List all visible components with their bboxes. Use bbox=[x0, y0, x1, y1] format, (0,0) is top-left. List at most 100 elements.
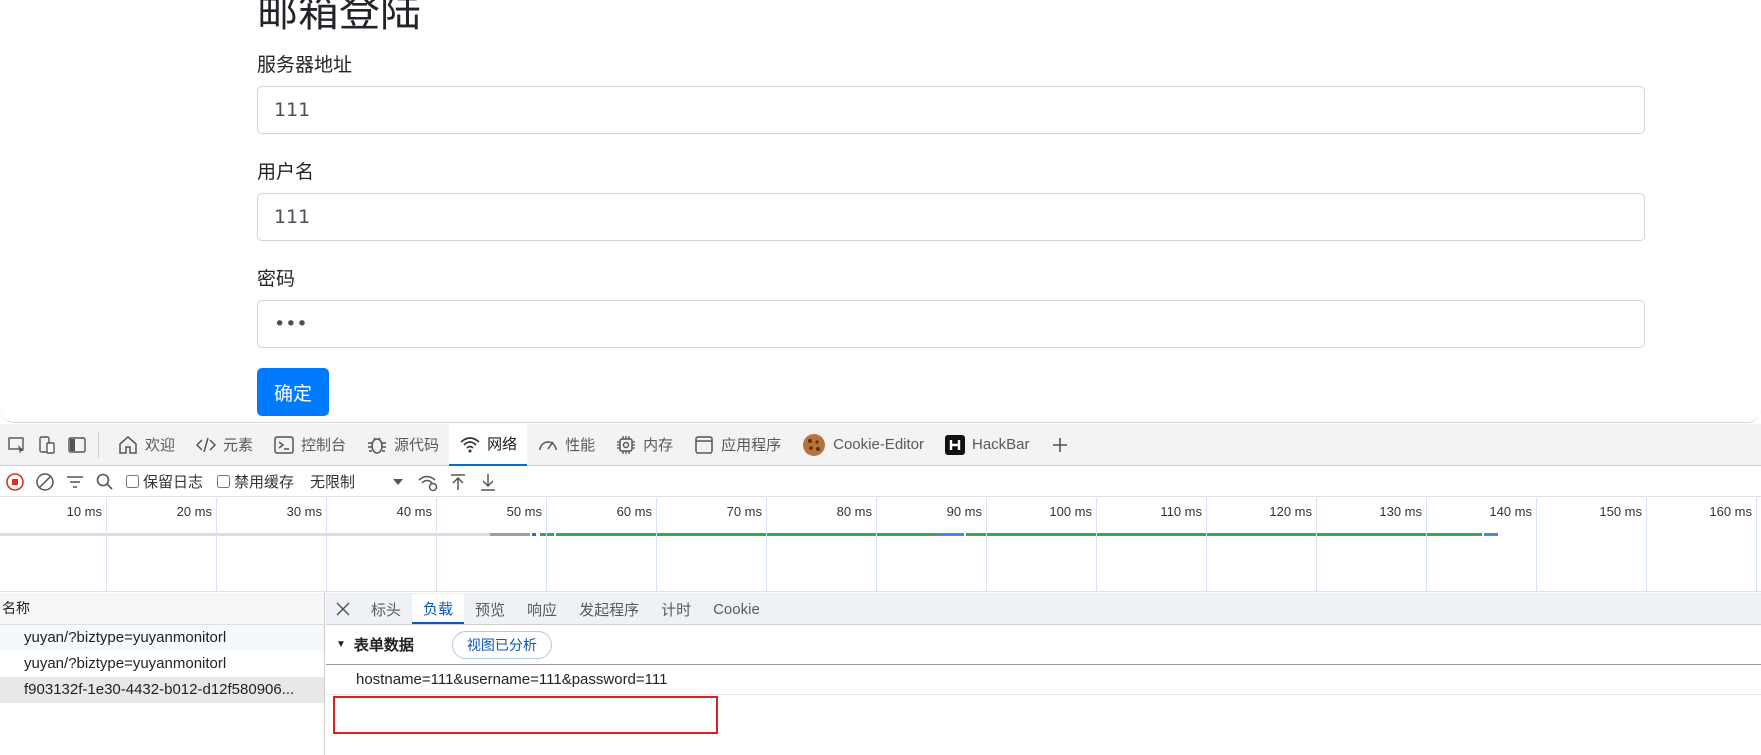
tab-timing[interactable]: 计时 bbox=[650, 594, 702, 624]
request-detail: 标头 负载 预览 响应 发起程序 计时 Cookie ▼ 表单数据 视图已分析 … bbox=[326, 593, 1761, 755]
section-title: 表单数据 bbox=[353, 637, 414, 654]
timeline-gridline bbox=[1756, 498, 1757, 592]
timeline-gridline bbox=[1646, 498, 1647, 592]
inspect-icon[interactable] bbox=[4, 432, 30, 458]
timeline-bar bbox=[966, 533, 1482, 536]
timeline-gridline bbox=[986, 498, 987, 592]
console-icon bbox=[274, 435, 294, 454]
request-row[interactable]: yuyan/?biztype=yuyanmonitorl bbox=[0, 625, 324, 651]
tab-initiator[interactable]: 发起程序 bbox=[568, 594, 650, 624]
timeline-bar bbox=[1484, 533, 1498, 536]
tab-label: 控制台 bbox=[301, 437, 347, 454]
close-icon[interactable] bbox=[326, 594, 360, 624]
timeline-tick-label: 150 ms bbox=[1599, 504, 1642, 519]
chip-icon bbox=[617, 435, 636, 454]
throttling-select[interactable]: 无限制 bbox=[310, 471, 355, 492]
record-stop-icon[interactable] bbox=[0, 468, 30, 496]
hostname-input[interactable] bbox=[257, 86, 1645, 134]
request-row-selected[interactable]: f903132f-1e30-4432-b012-d12f580906... bbox=[0, 677, 324, 703]
page-title: 邮箱登陆 bbox=[257, 0, 421, 36]
clear-icon[interactable] bbox=[30, 468, 60, 496]
tab-payload[interactable]: 负载 bbox=[412, 594, 465, 624]
tab-label: 源代码 bbox=[394, 437, 440, 454]
timeline-tick-label: 70 ms bbox=[726, 504, 762, 519]
tab-welcome[interactable]: 欢迎 bbox=[107, 424, 185, 466]
disable-cache-checkbox[interactable]: 禁用缓存 bbox=[217, 471, 294, 492]
password-input[interactable] bbox=[257, 300, 1645, 348]
preserve-log-label: 保留日志 bbox=[143, 474, 204, 491]
tab-label: 性能 bbox=[565, 437, 596, 454]
disable-cache-label: 禁用缓存 bbox=[234, 474, 295, 491]
checkbox[interactable] bbox=[217, 475, 231, 488]
cookie-icon bbox=[803, 433, 826, 456]
tab-headers[interactable]: 标头 bbox=[360, 594, 412, 624]
network-conditions-icon[interactable] bbox=[413, 468, 443, 496]
search-icon[interactable] bbox=[90, 468, 120, 496]
timeline-tick-label: 90 ms bbox=[946, 504, 982, 519]
tab-label: Cookie-Editor bbox=[833, 436, 924, 453]
tab-label: 内存 bbox=[643, 437, 674, 454]
username-label: 用户名 bbox=[257, 161, 315, 183]
triangle-down-icon[interactable]: ▼ bbox=[336, 639, 346, 650]
tab-elements[interactable]: 元素 bbox=[185, 424, 263, 466]
network-toolbar: 保留日志 禁用缓存 无限制 bbox=[0, 467, 1761, 497]
timeline-tick-label: 50 ms bbox=[506, 504, 542, 519]
devtools-panel: 欢迎 元素 控制台 源代码 网络 性能 内存 应用程序 Cookie-Edito… bbox=[0, 423, 1761, 755]
password-label: 密码 bbox=[257, 268, 296, 290]
view-parsed-button[interactable]: 视图已分析 bbox=[451, 630, 552, 659]
timeline-tick-label: 120 ms bbox=[1269, 504, 1312, 519]
tab-cookie-editor[interactable]: Cookie-Editor bbox=[791, 424, 934, 466]
tab-label: HackBar bbox=[972, 436, 1030, 453]
tab-sources[interactable]: 源代码 bbox=[356, 424, 449, 466]
timeline-gridline bbox=[1096, 498, 1097, 592]
chevron-down-icon[interactable] bbox=[383, 468, 413, 496]
tab-label: 应用程序 bbox=[721, 437, 782, 454]
tab-cookies[interactable]: Cookie bbox=[702, 594, 771, 624]
tab-console[interactable]: 控制台 bbox=[263, 424, 356, 466]
timeline-bar bbox=[556, 533, 936, 536]
window-icon bbox=[695, 435, 713, 454]
bug-icon bbox=[368, 437, 387, 454]
name-column-header[interactable]: 名称 bbox=[0, 593, 324, 625]
network-timeline: 10 ms 20 ms 30 ms 40 ms 50 ms 60 ms 70 ms 80 ms… bbox=[0, 498, 1761, 592]
devtools-tab-bar: 欢迎 元素 控制台 源代码 网络 性能 内存 应用程序 Cookie-Edito… bbox=[0, 423, 1761, 466]
filter-icon[interactable] bbox=[60, 468, 90, 496]
download-icon[interactable] bbox=[473, 468, 503, 496]
preserve-log-checkbox[interactable]: 保留日志 bbox=[126, 471, 203, 492]
login-page: 邮箱登陆 服务器地址 用户名 密码 确定 bbox=[0, 0, 1761, 423]
device-toggle-icon[interactable] bbox=[34, 432, 60, 458]
tab-performance[interactable]: 性能 bbox=[527, 424, 605, 466]
timeline-gridline bbox=[1316, 498, 1317, 592]
detail-tab-bar: 标头 负载 预览 响应 发起程序 计时 Cookie bbox=[326, 593, 1761, 625]
payload-value: hostname=111&username=111&password=111 bbox=[326, 665, 1761, 695]
timeline-gridline bbox=[106, 498, 107, 592]
upload-icon[interactable] bbox=[443, 468, 473, 496]
request-row[interactable]: yuyan/?biztype=yuyanmonitorl bbox=[0, 651, 324, 677]
username-input[interactable] bbox=[257, 193, 1645, 241]
add-tab-button[interactable] bbox=[1040, 424, 1080, 466]
tab-label: 网络 bbox=[487, 436, 518, 453]
tab-label: 元素 bbox=[223, 437, 254, 454]
wifi-icon bbox=[460, 436, 480, 452]
submit-button[interactable]: 确定 bbox=[257, 368, 329, 416]
code-icon bbox=[195, 437, 217, 452]
timeline-tick-label: 10 ms bbox=[66, 504, 102, 519]
timeline-bar bbox=[490, 533, 530, 536]
tab-network[interactable]: 网络 bbox=[449, 423, 528, 466]
tab-hackbar[interactable]: HackBar bbox=[934, 424, 1040, 466]
hostname-label: 服务器地址 bbox=[257, 54, 353, 76]
checkbox[interactable] bbox=[126, 475, 139, 488]
tab-application[interactable]: 应用程序 bbox=[683, 424, 791, 466]
tab-memory[interactable]: 内存 bbox=[605, 424, 683, 466]
timeline-tick-label: 30 ms bbox=[286, 504, 322, 519]
tab-label: 欢迎 bbox=[145, 437, 176, 454]
tab-preview[interactable]: 预览 bbox=[464, 594, 516, 624]
timeline-bar bbox=[936, 533, 964, 536]
form-data-section[interactable]: ▼ 表单数据 视图已分析 bbox=[326, 625, 1761, 665]
timeline-tick-label: 100 ms bbox=[1049, 504, 1092, 519]
timeline-gridline bbox=[546, 498, 547, 592]
dock-panel-icon[interactable] bbox=[64, 432, 90, 458]
highlight-box bbox=[333, 696, 718, 734]
tab-response[interactable]: 响应 bbox=[516, 594, 568, 624]
timeline-gridline bbox=[326, 498, 327, 592]
